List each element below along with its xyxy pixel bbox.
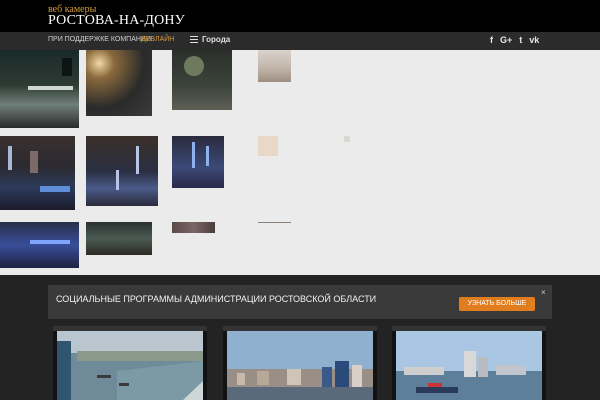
webcam-tile[interactable] [86,136,158,206]
twitter-icon[interactable]: t [519,35,522,45]
facebook-icon[interactable]: f [490,35,493,45]
cities-menu-button[interactable]: Города [190,35,230,44]
sponsor-link[interactable]: ДЕВЛАЙН [141,36,174,43]
learn-more-button[interactable]: УЗНАТЬ БОЛЬШЕ [459,297,535,311]
sponsor-text: ПРИ ПОДДЕРЖКЕ КОМПАНИИ [48,36,151,43]
camera-card[interactable] [53,326,207,400]
camera-thumbnail [57,331,203,400]
webcam-tile[interactable] [172,50,232,110]
webcam-tile[interactable] [0,136,75,210]
camera-thumbnail [396,331,542,400]
webcam-tile[interactable] [0,50,79,128]
site-header: веб камеры РОСТОВА-НА-ДОНУ [0,0,600,32]
webcam-tile[interactable] [86,50,152,116]
webcam-tile[interactable] [258,50,291,82]
webcam-gallery[interactable] [0,50,600,275]
logo-title[interactable]: РОСТОВА-НА-ДОНУ [48,13,185,29]
banner-text: СОЦИАЛЬНЫЕ ПРОГРАММЫ АДМИНИСТРАЦИИ РОСТО… [56,294,377,304]
webcam-tile[interactable] [172,222,215,233]
camera-card[interactable] [223,326,377,400]
webcam-tile[interactable] [86,222,152,255]
nav-bar: ПРИ ПОДДЕРЖКЕ КОМПАНИИ ДЕВЛАЙН Города f … [0,32,600,50]
camera-thumbnail [227,331,373,400]
webcam-tile[interactable] [172,136,224,188]
webcam-tile[interactable] [258,222,291,223]
vk-icon[interactable]: vk [529,35,539,45]
webcam-tile[interactable] [344,136,350,142]
camera-card[interactable] [392,326,546,400]
google-plus-icon[interactable]: G+ [500,35,512,45]
cities-label: Города [202,35,231,44]
webcam-tile[interactable] [0,222,79,268]
social-links: f G+ t vk [490,35,539,45]
webcam-tile[interactable] [258,136,278,156]
close-icon[interactable]: × [541,288,546,297]
menu-icon [190,36,198,44]
promo-banner: СОЦИАЛЬНЫЕ ПРОГРАММЫ АДМИНИСТРАЦИИ РОСТО… [48,285,552,319]
